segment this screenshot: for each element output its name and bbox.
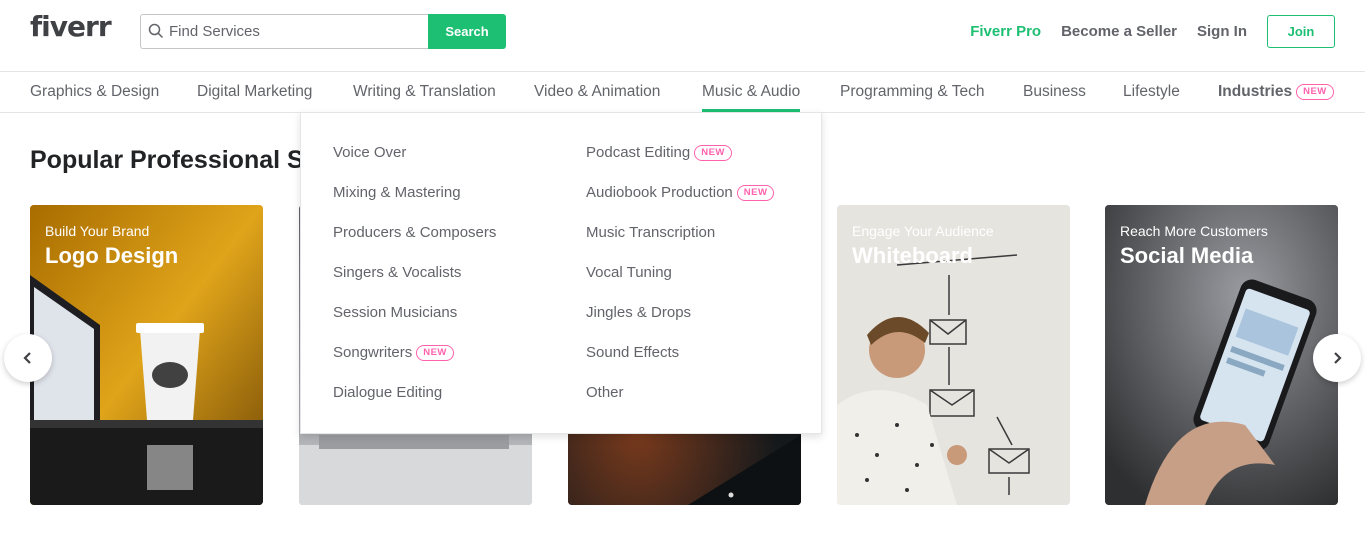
dropdown-column-2: Podcast Editing NEW Audiobook Production N… (586, 143, 775, 423)
new-badge: NEW (736, 185, 775, 201)
card-subtitle: Engage Your Audience (852, 223, 994, 239)
subcategory-label: Singers & Vocalists (333, 264, 462, 281)
category-video-animation[interactable]: Video & Animation (534, 72, 660, 112)
category-nav: Graphics & Design Digital Marketing Writ… (0, 72, 1365, 113)
fiverr-logo[interactable]: fiverr (30, 10, 112, 43)
fiverr-pro-link[interactable]: Fiverr Pro (970, 23, 1041, 40)
category-industries[interactable]: Industries NEW (1218, 72, 1334, 112)
category-label: Industries (1218, 83, 1293, 100)
subcategory-label: Jingles & Drops (586, 304, 692, 321)
site-header: fiverr Search Fiverr Pro Become a Seller… (0, 0, 1365, 72)
card-title: Whiteboard (852, 243, 973, 268)
chevron-right-icon (1334, 352, 1342, 364)
subcategory-label: Mixing & Mastering (333, 184, 461, 201)
card-title: Logo Design (45, 243, 179, 268)
subcategory-item[interactable]: Sound Effects (586, 343, 774, 383)
subcategory-item[interactable]: Other (586, 383, 774, 423)
category-music-audio[interactable]: Music & Audio (702, 72, 801, 112)
subcategory-label: Audiobook Production (586, 184, 733, 201)
card-subtitle: Reach More Customers (1120, 223, 1268, 239)
category-business[interactable]: Business (1023, 72, 1086, 112)
join-button[interactable]: Join (1267, 15, 1335, 48)
category-graphics-design[interactable]: Graphics & Design (30, 72, 159, 112)
category-label: Video & Animation (534, 83, 661, 100)
subcategory-item[interactable]: Jingles & Drops (586, 303, 774, 343)
carousel-prev-button[interactable] (4, 334, 52, 382)
new-badge: NEW (694, 145, 732, 161)
subcategory-label: Voice Over (333, 144, 407, 161)
top-nav: Fiverr Pro Become a Seller Sign In Join (970, 15, 1335, 48)
category-label: Music & Audio (702, 83, 801, 100)
subcategory-label: Sound Effects (586, 344, 680, 361)
subcategory-label: Dialogue Editing (333, 384, 443, 401)
service-card-whiteboard[interactable]: Engage Your Audience Whiteboard (837, 205, 1070, 505)
new-badge: NEW (1296, 84, 1334, 100)
subcategory-item[interactable]: Singers & Vocalists (333, 263, 496, 303)
sign-in-link[interactable]: Sign In (1197, 23, 1247, 40)
card-subtitle: Build Your Brand (45, 223, 150, 239)
search-icon (148, 23, 164, 39)
subcategory-item[interactable]: Dialogue Editing (333, 383, 496, 423)
chevron-left-icon (23, 352, 31, 364)
category-label: Business (1023, 83, 1086, 100)
subcategory-item[interactable]: Podcast Editing NEW (586, 143, 774, 183)
card-title: Social Media (1120, 243, 1254, 268)
search-input[interactable] (140, 14, 428, 49)
subcategory-label: Music Transcription (586, 224, 716, 241)
category-label: Digital Marketing (197, 83, 313, 100)
subcategory-item[interactable]: Mixing & Mastering (333, 183, 496, 223)
category-programming-tech[interactable]: Programming & Tech (840, 72, 984, 112)
subcategory-item[interactable]: Music Transcription (586, 223, 774, 263)
category-label: Programming & Tech (840, 83, 985, 100)
subcategory-label: Songwriters (333, 344, 413, 361)
subcategory-label: Vocal Tuning (586, 264, 672, 281)
category-writing-translation[interactable]: Writing & Translation (353, 72, 496, 112)
category-label: Lifestyle (1123, 83, 1180, 100)
subcategory-item[interactable]: Producers & Composers (333, 223, 496, 263)
subcategory-item[interactable]: Session Musicians (333, 303, 496, 343)
search-bar: Search (140, 14, 506, 49)
music-audio-dropdown: Voice Over Mixing & Mastering Producers … (300, 112, 822, 434)
category-digital-marketing[interactable]: Digital Marketing (197, 72, 312, 112)
subcategory-item[interactable]: Audiobook Production NEW (586, 183, 775, 223)
subcategory-item[interactable]: Voice Over (333, 143, 496, 183)
subcategory-label: Producers & Composers (333, 224, 497, 241)
category-lifestyle[interactable]: Lifestyle (1123, 72, 1180, 112)
search-button[interactable]: Search (428, 14, 506, 49)
subcategory-item[interactable]: Vocal Tuning (586, 263, 774, 303)
subcategory-label: Session Musicians (333, 304, 458, 321)
category-label: Writing & Translation (353, 83, 496, 100)
become-seller-link[interactable]: Become a Seller (1061, 23, 1177, 40)
category-label: Graphics & Design (30, 83, 160, 100)
new-badge: NEW (416, 345, 454, 361)
subcategory-label: Other (586, 384, 624, 401)
service-card-social-media[interactable]: Reach More Customers Social Media (1105, 205, 1338, 505)
service-card-logo-design[interactable]: Build Your Brand Logo Design (30, 205, 263, 505)
subcategory-item[interactable]: Songwriters NEW (333, 343, 496, 383)
carousel-next-button[interactable] (1313, 334, 1361, 382)
dropdown-column-1: Voice Over Mixing & Mastering Producers … (333, 143, 496, 423)
subcategory-label: Podcast Editing (586, 144, 691, 161)
